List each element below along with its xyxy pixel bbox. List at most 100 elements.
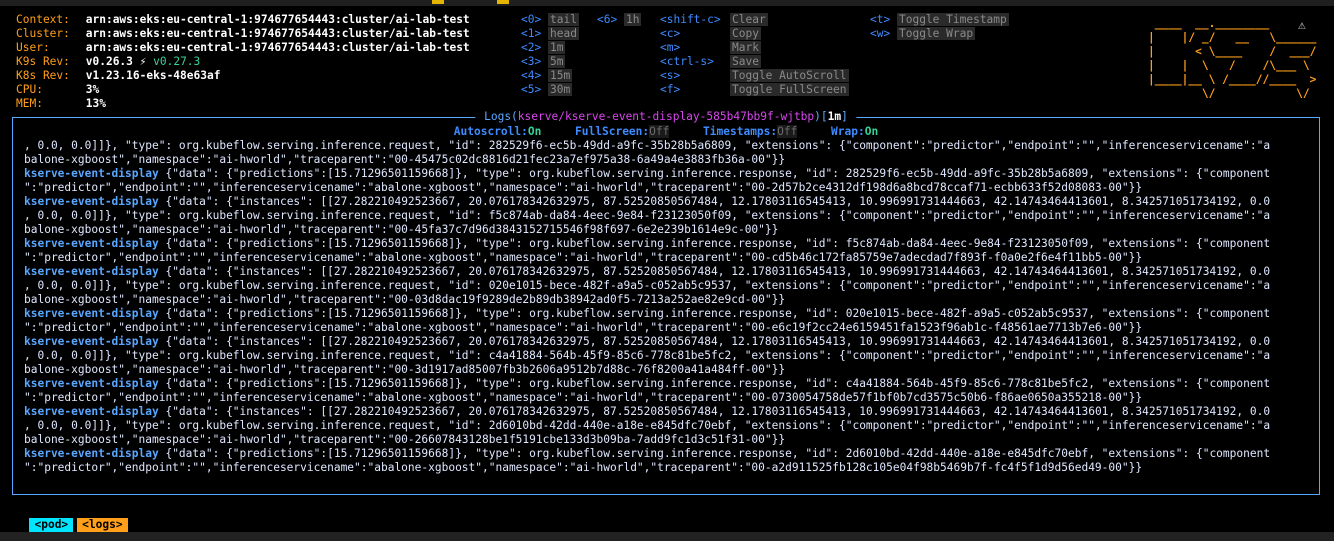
hint-copy[interactable]: <c> Copy xyxy=(660,27,849,41)
log-text: ":"predictor","endpoint":"","inferencese… xyxy=(24,321,1143,334)
hint-label: Toggle AutoScroll xyxy=(730,69,849,82)
k9s-logo: ____ __.________ | |/ _/ __ \______ | < \… xyxy=(1148,17,1317,100)
hints-toggles: <t> Toggle Timestamp <w> Toggle Wrap xyxy=(870,13,1009,41)
log-line: kserve-event-display {"data": {"predicti… xyxy=(24,167,1309,181)
log-text: {"data": {"instances": [[27.282210492523… xyxy=(158,335,1271,348)
log-line: ":"predictor","endpoint":"","inferencese… xyxy=(24,181,1309,195)
cluster-info: Context: arn:aws:eks:eu-central-1:974677… xyxy=(16,13,470,111)
fullscreen-value: Off xyxy=(649,125,670,138)
autoscroll-value: On xyxy=(527,125,542,138)
log-line: balone-xgboost","namespace":"ai-hworld",… xyxy=(24,433,1309,447)
log-status-line: Autoscroll:On FullScreen:Off Timestamps:… xyxy=(13,125,1319,139)
info-key: MEM: xyxy=(16,97,43,110)
k9s-latest-version: v0.27.3 xyxy=(153,55,201,68)
log-line: kserve-event-display {"data": {"instance… xyxy=(24,335,1309,349)
log-source: kserve-event-display xyxy=(24,307,159,320)
top-strip xyxy=(0,0,1334,6)
log-text: balone-xgboost","namespace":"ai-hworld",… xyxy=(24,153,786,166)
hint-mark[interactable]: <m> Mark xyxy=(660,41,849,55)
hint-15m[interactable]: <4> 15m xyxy=(521,69,579,83)
hint-key: <shift-c> xyxy=(660,13,721,26)
log-source: kserve-event-display xyxy=(24,447,159,460)
crumb-pod[interactable]: <pod> xyxy=(29,518,74,532)
header: Context: arn:aws:eks:eu-central-1:974677… xyxy=(0,13,1334,113)
hint-key: <w> xyxy=(870,27,891,40)
log-line: kserve-event-display {"data": {"predicti… xyxy=(24,307,1309,321)
crumb-logs[interactable]: <logs> xyxy=(77,518,128,532)
log-body[interactable]: , 0.0, 0.0]]}, "type": org.kubeflow.serv… xyxy=(24,139,1309,475)
log-text: ":"predictor","endpoint":"","inferencese… xyxy=(24,251,1143,264)
log-text: balone-xgboost","namespace":"ai-hworld",… xyxy=(24,293,786,306)
hint-label: Copy xyxy=(730,27,761,40)
warning-icon: ⚠ xyxy=(1298,18,1306,33)
log-source: kserve-event-display xyxy=(24,377,159,390)
info-cpu: CPU: 3% xyxy=(16,83,470,97)
hint-label: Toggle Timestamp xyxy=(897,13,1009,26)
hint-5m[interactable]: <3> 5m xyxy=(521,55,579,69)
log-line: kserve-event-display {"data": {"instance… xyxy=(24,405,1309,419)
bottom-bar xyxy=(0,532,1334,541)
info-value: arn:aws:eks:eu-central-1:974677654443:cl… xyxy=(85,41,470,54)
fullscreen-label: FullScreen: xyxy=(575,125,650,138)
hint-key: <4> xyxy=(521,69,542,82)
hint-head[interactable]: <1> head xyxy=(521,27,579,41)
pod-name: kserve/kserve-event-display-585b47bb9f-w… xyxy=(517,110,815,123)
log-text: balone-xgboost","namespace":"ai-hworld",… xyxy=(24,433,786,446)
log-source: kserve-event-display xyxy=(24,335,159,348)
log-line: kserve-event-display {"data": {"instance… xyxy=(24,195,1309,209)
log-text: , 0.0, 0.0]]}, "type": org.kubeflow.serv… xyxy=(24,349,1271,362)
hint-toggle-autoscroll[interactable]: <s> Toggle AutoScroll xyxy=(660,69,849,83)
hint-label: Mark xyxy=(730,41,761,54)
hint-key: <1> xyxy=(521,27,542,40)
log-source: kserve-event-display xyxy=(24,195,159,208)
hint-1m[interactable]: <2> 1m xyxy=(521,41,579,55)
hint-save[interactable]: <ctrl-s> Save xyxy=(660,55,849,69)
hint-30m[interactable]: <5> 30m xyxy=(521,83,579,97)
log-line: , 0.0, 0.0]]}, "type": org.kubeflow.serv… xyxy=(24,139,1309,153)
log-text: balone-xgboost","namespace":"ai-hworld",… xyxy=(24,363,786,376)
hint-toggle-fullscreen[interactable]: <f> Toggle FullScreen xyxy=(660,83,849,97)
log-line: ":"predictor","endpoint":"","inferencese… xyxy=(24,391,1309,405)
info-mem: MEM: 13% xyxy=(16,97,470,111)
autoscroll-label: Autoscroll: xyxy=(453,125,528,138)
info-user: User: arn:aws:eks:eu-central-1:974677654… xyxy=(16,41,470,55)
log-text: {"data": {"predictions":[15.712965011596… xyxy=(158,447,1271,460)
hints-extra: <6> 1h xyxy=(597,13,642,27)
hint-key: <0> xyxy=(521,13,542,26)
hint-toggle-timestamp[interactable]: <t> Toggle Timestamp xyxy=(870,13,1009,27)
wrap-value: On xyxy=(864,125,879,138)
hint-1h[interactable]: <6> 1h xyxy=(597,13,642,27)
info-cluster: Cluster: arn:aws:eks:eu-central-1:974677… xyxy=(16,27,470,41)
log-line: balone-xgboost","namespace":"ai-hworld",… xyxy=(24,293,1309,307)
hint-label: Toggle Wrap xyxy=(897,27,976,40)
log-text: {"data": {"predictions":[15.712965011596… xyxy=(158,307,1271,320)
hint-label: head xyxy=(548,27,579,40)
wrap-label: Wrap: xyxy=(831,125,865,138)
hint-toggle-wrap[interactable]: <w> Toggle Wrap xyxy=(870,27,1009,41)
info-k8s-rev: K8s Rev: v1.23.16-eks-48e63af xyxy=(16,69,470,83)
hint-key: <ctrl-s> xyxy=(660,55,714,68)
log-line: ":"predictor","endpoint":"","inferencese… xyxy=(24,461,1309,475)
info-key: User: xyxy=(16,41,50,54)
hint-tail[interactable]: <0> tail xyxy=(521,13,579,27)
info-k9s-rev: K9s Rev: v0.26.3 ⚡ v0.27.3 xyxy=(16,55,470,69)
info-key: Context: xyxy=(16,13,70,26)
log-text: , 0.0, 0.0]]}, "type": org.kubeflow.serv… xyxy=(24,419,1271,432)
log-source: kserve-event-display xyxy=(24,265,159,278)
log-line: balone-xgboost","namespace":"ai-hworld",… xyxy=(24,363,1309,377)
log-text: ":"predictor","endpoint":"","inferencese… xyxy=(24,181,1143,194)
tab-marker xyxy=(432,0,444,4)
log-line: kserve-event-display {"data": {"instance… xyxy=(24,265,1309,279)
info-key: CPU: xyxy=(16,83,43,96)
hints-time-range: <0> tail <1> head <2> 1m <3> 5m <4> 15m <5> 30… xyxy=(521,13,579,97)
hint-key: <2> xyxy=(521,41,542,54)
timestamps-value: Off xyxy=(777,125,798,138)
hint-key: <t> xyxy=(870,13,891,26)
hint-clear[interactable]: <shift-c> Clear xyxy=(660,13,849,27)
info-value: 3% xyxy=(85,83,100,96)
log-line: , 0.0, 0.0]]}, "type": org.kubeflow.serv… xyxy=(24,209,1309,223)
logs-panel[interactable]: Logs(kserve/kserve-event-display-585b47b… xyxy=(12,110,1320,495)
log-text: , 0.0, 0.0]]}, "type": org.kubeflow.serv… xyxy=(24,279,1271,292)
log-line: , 0.0, 0.0]]}, "type": org.kubeflow.serv… xyxy=(24,349,1309,363)
log-line: , 0.0, 0.0]]}, "type": org.kubeflow.serv… xyxy=(24,419,1309,433)
